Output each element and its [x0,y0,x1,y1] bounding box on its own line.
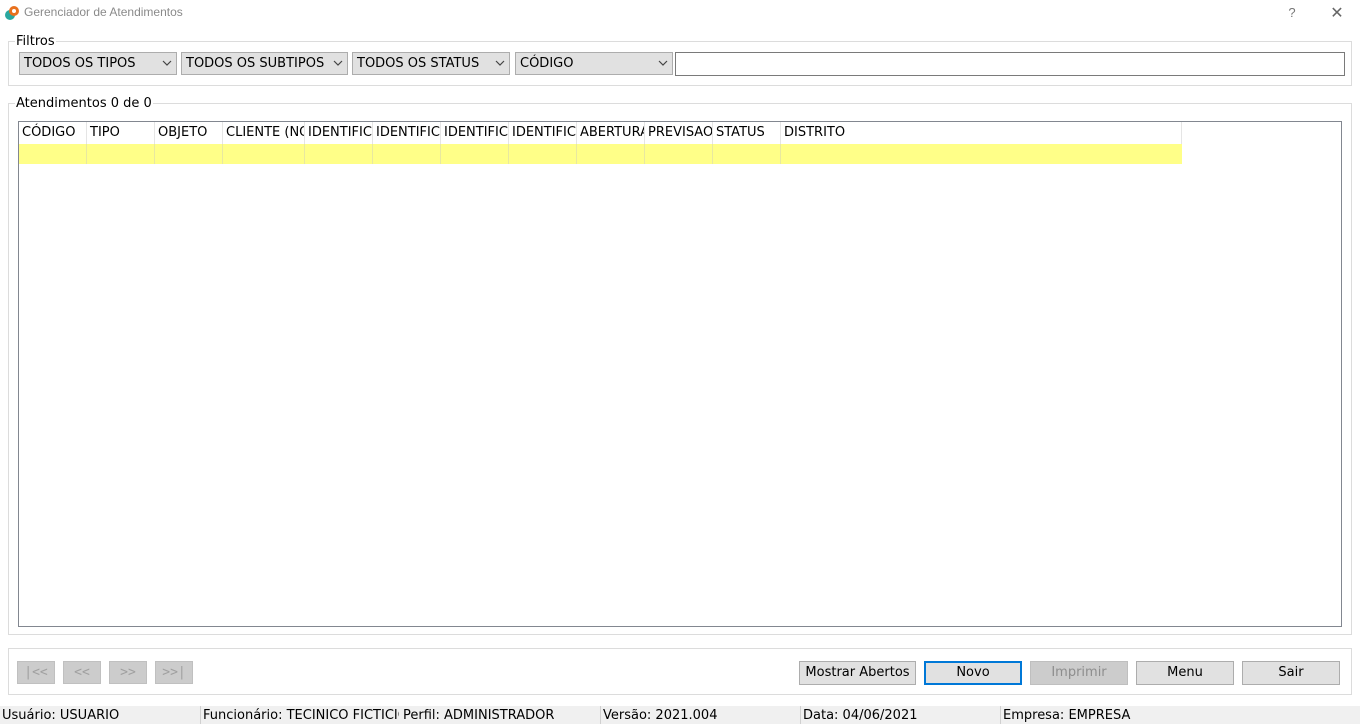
column-header-distrito[interactable]: DISTRITO [781,122,1182,144]
search-input[interactable] [675,52,1345,76]
search-field-value: CÓDIGO [520,56,574,71]
chevron-down-icon [495,60,505,66]
chevron-down-icon [162,60,172,66]
status-bar: Usuário: USUARIO Funcionário: TECINICO F… [0,706,1360,724]
type-filter-combo[interactable]: TODOS OS TIPOS [19,52,177,75]
subtype-filter-combo[interactable]: TODOS OS SUBTIPOS [181,52,348,75]
column-header-identificacao-2[interactable]: IDENTIFICAÇÃO [373,122,441,144]
table-cell [441,144,509,164]
column-header-status[interactable]: STATUS [713,122,781,144]
column-header-previsao[interactable]: PREVISAO [645,122,713,144]
table-cell [305,144,373,164]
type-filter-value: TODOS OS TIPOS [24,56,136,71]
table-row[interactable] [19,144,1182,164]
exit-button[interactable]: Sair [1242,661,1340,685]
status-profile: Perfil: ADMINISTRADOR [403,708,555,723]
table-cell [577,144,645,164]
prev-page-button[interactable]: << [63,661,101,684]
filters-group-label: Filtros [15,34,56,49]
table-cell [781,144,1182,164]
status-user: Usuário: USUARIO [2,708,120,723]
table-cell [19,144,87,164]
new-button[interactable]: Novo [924,661,1022,685]
chevron-down-icon [658,60,668,66]
app-logo-icon [5,6,19,20]
column-header-cliente[interactable]: CLIENTE (NOME) [223,122,305,144]
column-header-identificacao-4[interactable]: IDENTIFICAÇÃO [509,122,577,144]
status-version: Versão: 2021.004 [603,708,718,723]
show-open-button[interactable]: Mostrar Abertos [799,661,916,685]
table-cell [87,144,155,164]
close-button[interactable]: ✕ [1326,3,1348,23]
search-field-combo[interactable]: CÓDIGO [515,52,673,75]
column-header-tipo[interactable]: TIPO [87,122,155,144]
status-filter-value: TODOS OS STATUS [357,56,480,71]
column-header-codigo[interactable]: CÓDIGO [19,122,87,144]
next-page-button[interactable]: >> [109,661,147,684]
results-count-label: Atendimentos 0 de 0 [15,96,153,111]
table-cell [223,144,305,164]
chevron-down-icon [333,60,343,66]
column-header-identificacao-1[interactable]: IDENTIFICAÇÃO [305,122,373,144]
status-employee: Funcionário: TECINICO FICTICIO [203,708,399,723]
first-page-button[interactable]: |<< [17,661,55,684]
print-button[interactable]: Imprimir [1030,661,1128,685]
table-cell [509,144,577,164]
status-company: Empresa: EMPRESA [1003,708,1131,723]
grid-header: CÓDIGO TIPO OBJETO CLIENTE (NOME) IDENTI… [19,122,1182,144]
column-header-identificacao-3[interactable]: IDENTIFICAÇÃO [441,122,509,144]
subtype-filter-value: TODOS OS SUBTIPOS [186,56,325,71]
table-cell [155,144,223,164]
results-grid[interactable]: CÓDIGO TIPO OBJETO CLIENTE (NOME) IDENTI… [18,121,1342,627]
menu-button[interactable]: Menu [1136,661,1234,685]
status-filter-combo[interactable]: TODOS OS STATUS [352,52,510,75]
column-header-objeto[interactable]: OBJETO [155,122,223,144]
table-cell [645,144,713,164]
help-button[interactable]: ? [1282,3,1302,23]
last-page-button[interactable]: >>| [155,661,193,684]
status-date: Data: 04/06/2021 [803,708,918,723]
table-cell [713,144,781,164]
window-title: Gerenciador de Atendimentos [24,5,183,19]
title-bar: Gerenciador de Atendimentos ? ✕ [0,0,1360,26]
column-header-abertura[interactable]: ABERTURA [577,122,645,144]
table-cell [373,144,441,164]
